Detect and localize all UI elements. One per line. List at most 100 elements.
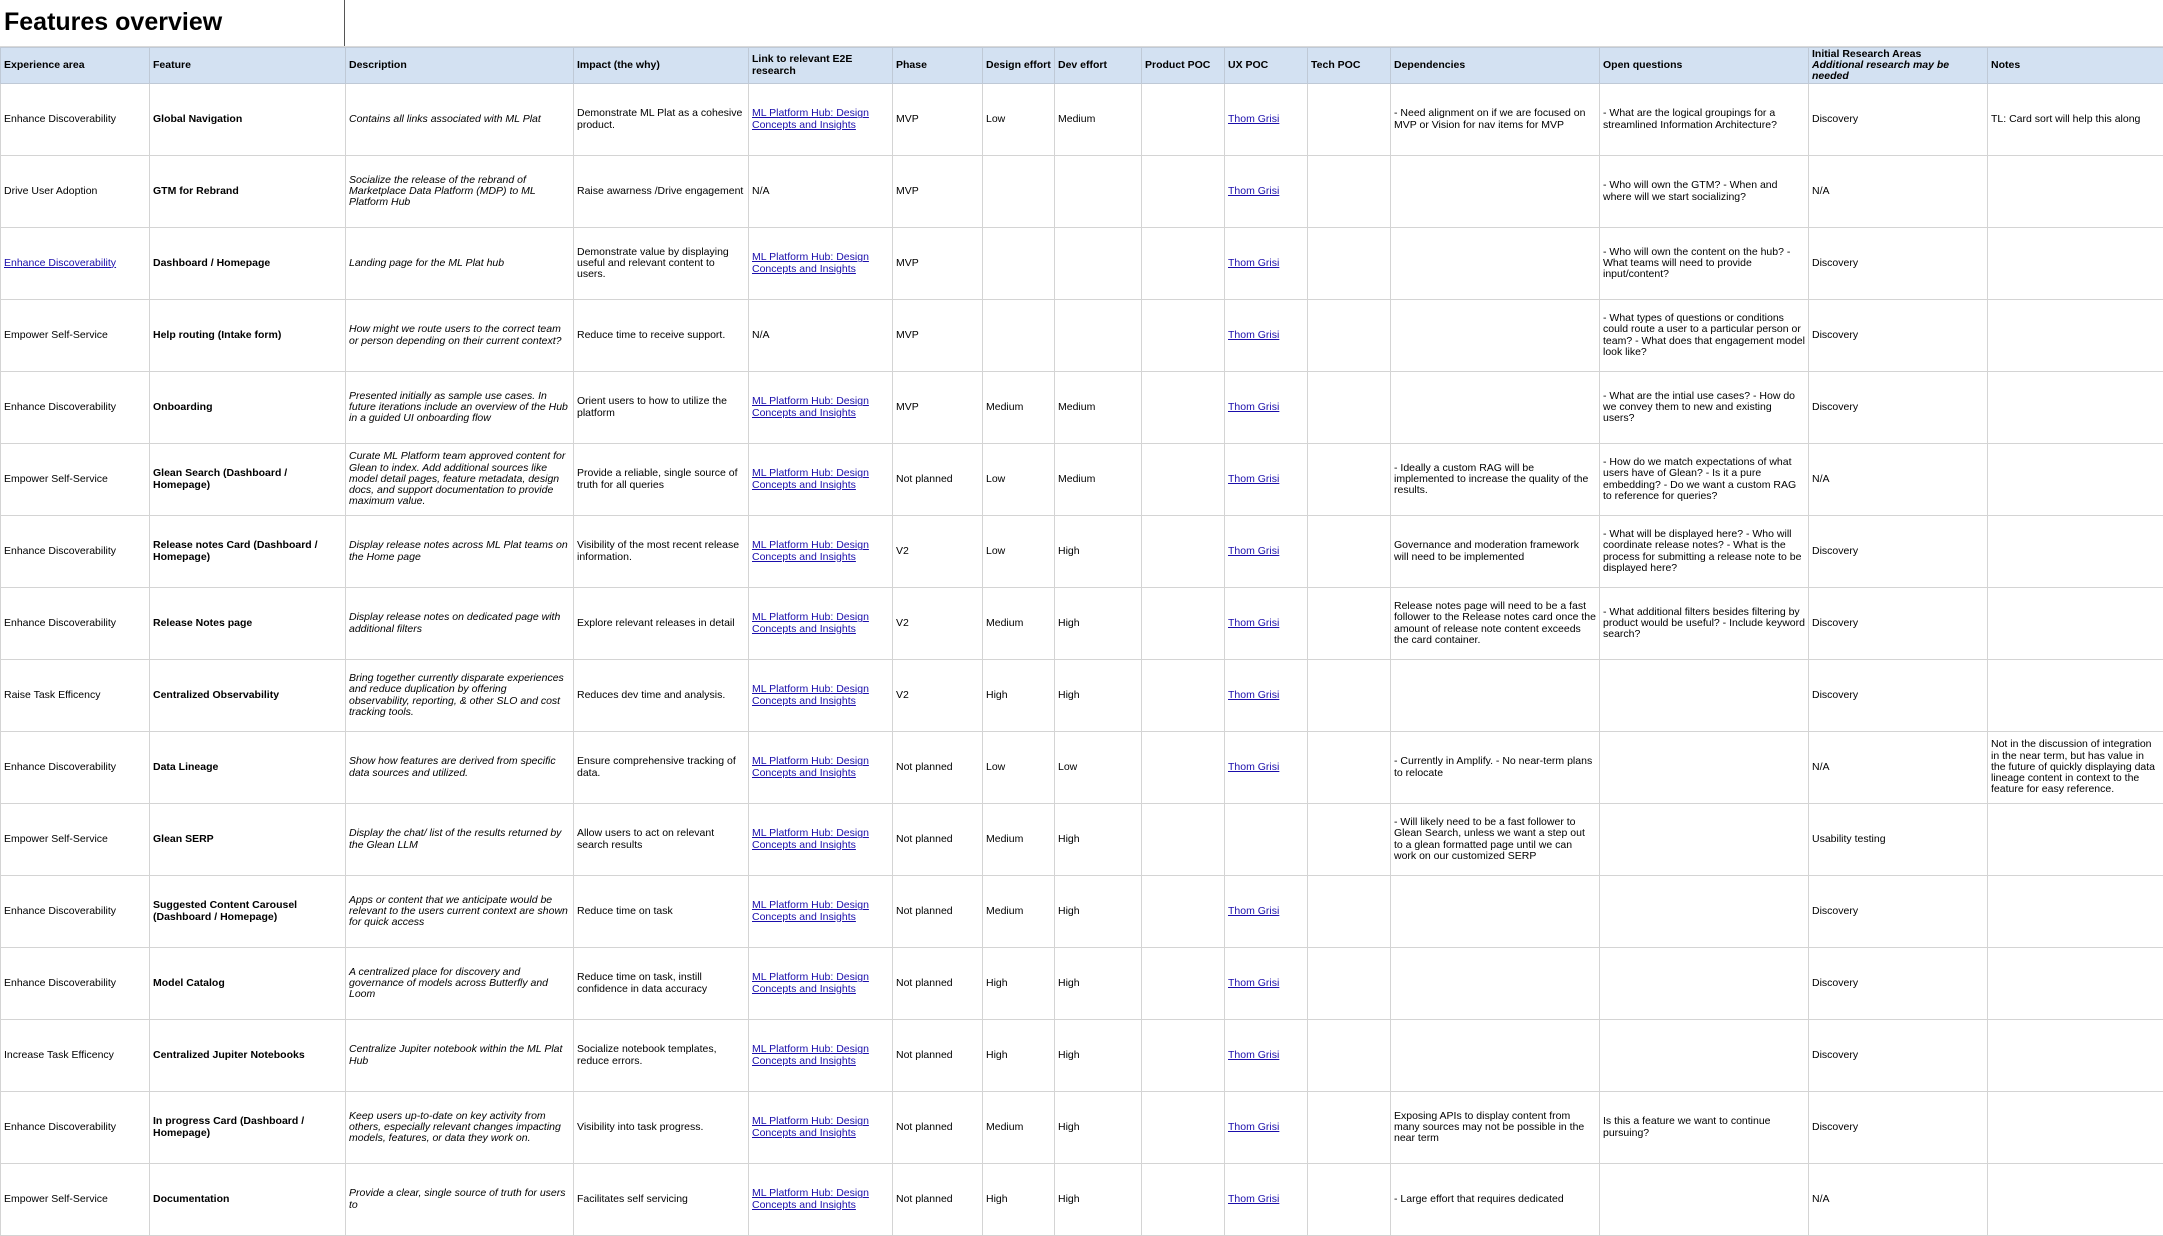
cell-product-poc[interactable] xyxy=(1142,1164,1225,1236)
cell-research-link-link[interactable]: ML Platform Hub: Design Concepts and Ins… xyxy=(752,107,869,130)
cell-notes[interactable] xyxy=(1988,300,2163,372)
cell-description[interactable]: Bring together currently disparate exper… xyxy=(346,660,574,732)
cell-dev-effort[interactable]: Medium xyxy=(1055,84,1142,156)
cell-open-questions[interactable] xyxy=(1600,876,1809,948)
cell-experience-area[interactable]: Empower Self-Service xyxy=(1,444,150,516)
cell-experience-area[interactable]: Enhance Discoverability xyxy=(1,948,150,1020)
cell-dependencies[interactable] xyxy=(1391,228,1600,300)
cell-design-effort[interactable]: Low xyxy=(983,444,1055,516)
cell-impact[interactable]: Visibility into task progress. xyxy=(574,1092,749,1164)
cell-dependencies[interactable]: Governance and moderation framework will… xyxy=(1391,516,1600,588)
cell-experience-area-link[interactable]: Enhance Discoverability xyxy=(4,257,116,269)
cell-ux-poc-link[interactable]: Thom Grisi xyxy=(1228,473,1279,485)
cell-description[interactable]: Socialize the release of the rebrand of … xyxy=(346,156,574,228)
cell-research-link-link[interactable]: ML Platform Hub: Design Concepts and Ins… xyxy=(752,539,869,562)
cell-research-link[interactable]: ML Platform Hub: Design Concepts and Ins… xyxy=(749,1092,893,1164)
cell-open-questions[interactable] xyxy=(1600,660,1809,732)
cell-open-questions[interactable]: - What are the intial use cases? - How d… xyxy=(1600,372,1809,444)
cell-research-link[interactable]: ML Platform Hub: Design Concepts and Ins… xyxy=(749,516,893,588)
cell-product-poc[interactable] xyxy=(1142,516,1225,588)
cell-tech-poc[interactable] xyxy=(1308,228,1391,300)
cell-dependencies[interactable] xyxy=(1391,372,1600,444)
cell-phase[interactable]: V2 xyxy=(893,588,983,660)
cell-dependencies[interactable]: - Currently in Amplify. - No near-term p… xyxy=(1391,732,1600,804)
cell-ux-poc[interactable]: Thom Grisi xyxy=(1225,516,1308,588)
cell-research-areas[interactable]: N/A xyxy=(1809,444,1988,516)
cell-feature[interactable]: Global Navigation xyxy=(150,84,346,156)
cell-product-poc[interactable] xyxy=(1142,156,1225,228)
cell-description[interactable]: Contains all links associated with ML Pl… xyxy=(346,84,574,156)
cell-open-questions[interactable]: Is this a feature we want to continue pu… xyxy=(1600,1092,1809,1164)
cell-tech-poc[interactable] xyxy=(1308,804,1391,876)
frozen-column-divider[interactable] xyxy=(344,0,345,46)
cell-ux-poc[interactable]: Thom Grisi xyxy=(1225,372,1308,444)
cell-research-areas[interactable]: Discovery xyxy=(1809,300,1988,372)
cell-dependencies[interactable] xyxy=(1391,660,1600,732)
cell-description[interactable]: Show how features are derived from speci… xyxy=(346,732,574,804)
col-feature-header[interactable]: Feature xyxy=(150,48,346,84)
cell-design-effort[interactable]: High xyxy=(983,1020,1055,1092)
cell-open-questions[interactable]: - Who will own the GTM? - When and where… xyxy=(1600,156,1809,228)
cell-ux-poc[interactable]: Thom Grisi xyxy=(1225,1020,1308,1092)
cell-research-link-link[interactable]: ML Platform Hub: Design Concepts and Ins… xyxy=(752,251,869,274)
cell-impact[interactable]: Reduce time to receive support. xyxy=(574,300,749,372)
cell-open-questions[interactable] xyxy=(1600,948,1809,1020)
cell-tech-poc[interactable] xyxy=(1308,1164,1391,1236)
cell-experience-area[interactable]: Raise Task Efficency xyxy=(1,660,150,732)
cell-tech-poc[interactable] xyxy=(1308,876,1391,948)
cell-research-link-link[interactable]: ML Platform Hub: Design Concepts and Ins… xyxy=(752,971,869,994)
cell-ux-poc-link[interactable]: Thom Grisi xyxy=(1228,257,1279,269)
cell-dev-effort[interactable]: High xyxy=(1055,516,1142,588)
cell-research-areas[interactable]: Discovery xyxy=(1809,876,1988,948)
cell-dev-effort[interactable]: High xyxy=(1055,1092,1142,1164)
cell-experience-area[interactable]: Empower Self-Service xyxy=(1,1164,150,1236)
cell-feature[interactable]: Model Catalog xyxy=(150,948,346,1020)
cell-impact[interactable]: Orient users to how to utilize the platf… xyxy=(574,372,749,444)
cell-research-link[interactable]: ML Platform Hub: Design Concepts and Ins… xyxy=(749,228,893,300)
cell-phase[interactable]: MVP xyxy=(893,300,983,372)
cell-research-areas[interactable]: Discovery xyxy=(1809,516,1988,588)
cell-design-effort[interactable] xyxy=(983,300,1055,372)
cell-feature[interactable]: Suggested Content Carousel (Dashboard / … xyxy=(150,876,346,948)
cell-dev-effort[interactable]: High xyxy=(1055,660,1142,732)
col-experience-area-header[interactable]: Experience area xyxy=(1,48,150,84)
cell-ux-poc-link[interactable]: Thom Grisi xyxy=(1228,689,1279,701)
cell-notes[interactable] xyxy=(1988,660,2163,732)
cell-open-questions[interactable] xyxy=(1600,1020,1809,1092)
cell-open-questions[interactable]: - What are the logical groupings for a s… xyxy=(1600,84,1809,156)
cell-research-areas[interactable]: Usability testing xyxy=(1809,804,1988,876)
cell-description[interactable]: Keep users up-to-date on key activity fr… xyxy=(346,1092,574,1164)
cell-notes[interactable] xyxy=(1988,1164,2163,1236)
cell-dev-effort[interactable]: High xyxy=(1055,588,1142,660)
cell-design-effort[interactable] xyxy=(983,228,1055,300)
cell-ux-poc-link[interactable]: Thom Grisi xyxy=(1228,617,1279,629)
cell-research-link-link[interactable]: ML Platform Hub: Design Concepts and Ins… xyxy=(752,467,869,490)
cell-ux-poc-link[interactable]: Thom Grisi xyxy=(1228,977,1279,989)
cell-dev-effort[interactable]: High xyxy=(1055,948,1142,1020)
col-research-areas-header[interactable]: Initial Research AreasAdditional researc… xyxy=(1809,48,1988,84)
cell-impact[interactable]: Provide a reliable, single source of tru… xyxy=(574,444,749,516)
cell-phase[interactable]: MVP xyxy=(893,156,983,228)
cell-research-link-link[interactable]: ML Platform Hub: Design Concepts and Ins… xyxy=(752,395,869,418)
cell-research-areas[interactable]: N/A xyxy=(1809,732,1988,804)
cell-dependencies[interactable] xyxy=(1391,156,1600,228)
cell-product-poc[interactable] xyxy=(1142,588,1225,660)
cell-dev-effort[interactable]: Medium xyxy=(1055,444,1142,516)
cell-feature[interactable]: Help routing (Intake form) xyxy=(150,300,346,372)
cell-feature[interactable]: Glean SERP xyxy=(150,804,346,876)
cell-ux-poc[interactable] xyxy=(1225,804,1308,876)
cell-research-link-link[interactable]: ML Platform Hub: Design Concepts and Ins… xyxy=(752,755,869,778)
cell-tech-poc[interactable] xyxy=(1308,156,1391,228)
cell-notes[interactable] xyxy=(1988,372,2163,444)
cell-research-areas[interactable]: Discovery xyxy=(1809,84,1988,156)
cell-research-link[interactable]: N/A xyxy=(749,156,893,228)
cell-description[interactable]: Display release notes across ML Plat tea… xyxy=(346,516,574,588)
cell-feature[interactable]: GTM for Rebrand xyxy=(150,156,346,228)
cell-dependencies[interactable]: - Will likely need to be a fast follower… xyxy=(1391,804,1600,876)
cell-notes[interactable] xyxy=(1988,444,2163,516)
cell-dependencies[interactable] xyxy=(1391,948,1600,1020)
cell-design-effort[interactable]: Medium xyxy=(983,804,1055,876)
cell-experience-area[interactable]: Enhance Discoverability xyxy=(1,876,150,948)
cell-research-link[interactable]: ML Platform Hub: Design Concepts and Ins… xyxy=(749,372,893,444)
cell-description[interactable]: How might we route users to the correct … xyxy=(346,300,574,372)
